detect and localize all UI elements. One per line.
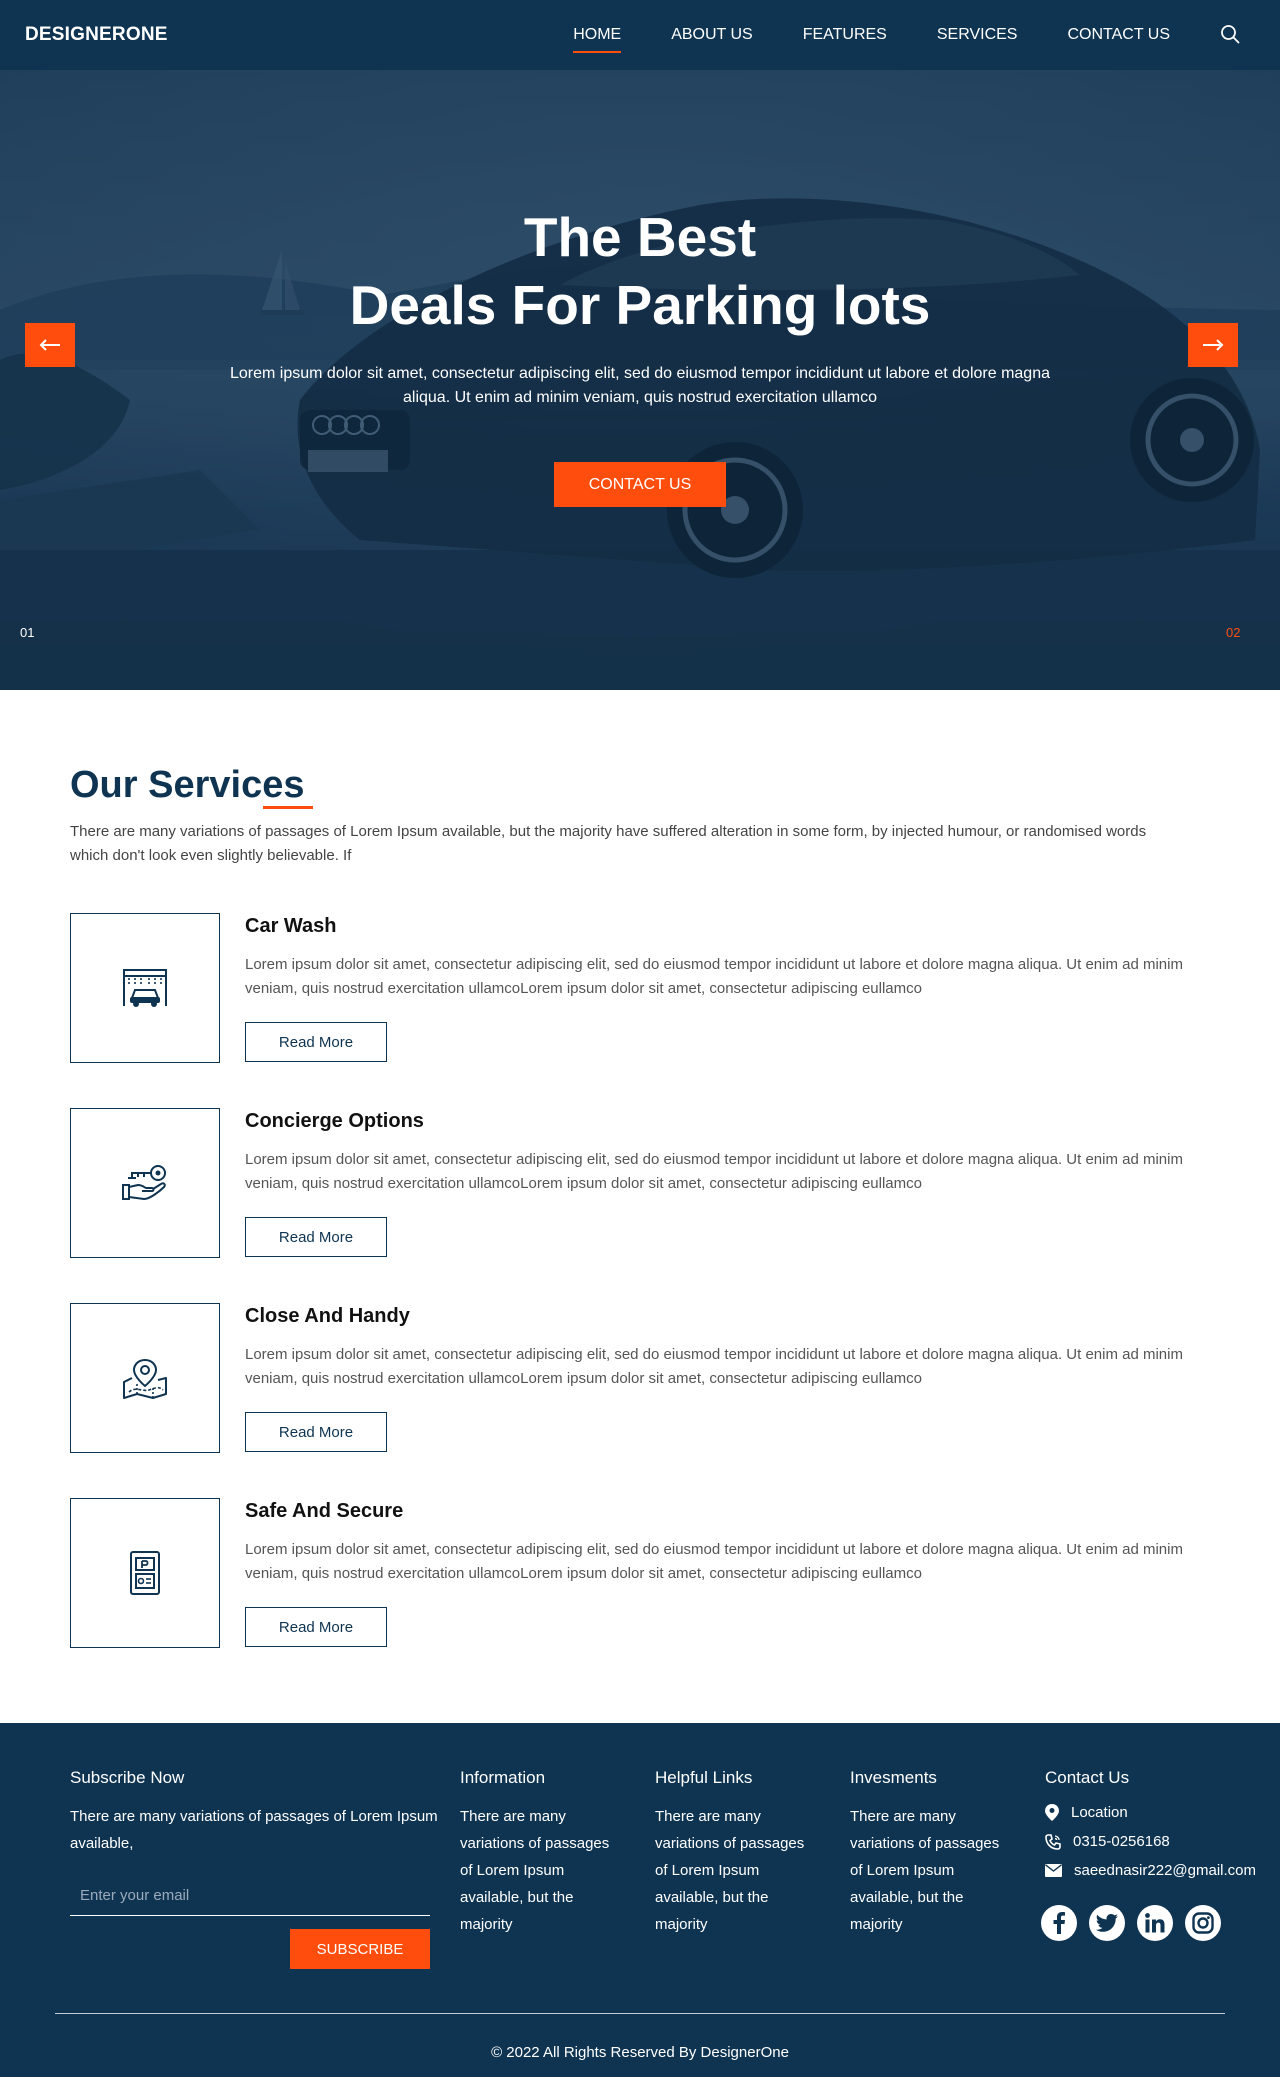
service-card-concierge-options: Concierge Options Lorem ipsum dolor sit … [70, 1108, 1190, 1260]
nav-links: HOME ABOUT US FEATURES SERVICES CONTACT … [573, 0, 1170, 70]
hero-title-line-1: The Best [523, 206, 757, 268]
nav-link-features[interactable]: FEATURES [803, 26, 887, 44]
footer: Subscribe Now There are many variations … [0, 1723, 1280, 2077]
footer-helpful-links-title: Helpful Links [655, 1768, 753, 1787]
footer-contact-title: Contact Us [1045, 1768, 1130, 1787]
contact-phone: 0315-0256168 [1045, 1833, 1170, 1850]
nav-link-services[interactable]: SERVICES [937, 26, 1018, 44]
service-icon-box [70, 1303, 220, 1453]
contact-email: saeednasir222@gmail.com [1045, 1862, 1256, 1879]
footer-invesments-text: There are many variations of passages of… [850, 1808, 1000, 1933]
service-icon-box [70, 1108, 220, 1258]
service-card-car-wash: Car Wash Lorem ipsum dolor sit amet, con… [70, 913, 1190, 1065]
phone-icon [1045, 1833, 1061, 1850]
nav-link-contact-us[interactable]: CONTACT US [1067, 26, 1170, 44]
facebook-link[interactable] [1041, 1905, 1077, 1941]
slider-next-button[interactable] [1188, 323, 1238, 367]
service-title: Close And Handy [245, 1305, 410, 1327]
service-description: Lorem ipsum dolor sit amet, consectetur … [245, 1541, 1183, 1582]
service-description: Lorem ipsum dolor sit amet, consectetur … [245, 1151, 1183, 1192]
footer-subscribe-text: There are many variations of passages of… [70, 1808, 438, 1852]
twitter-link[interactable] [1089, 1905, 1125, 1941]
service-icon-box [70, 1498, 220, 1648]
car-wash-icon [123, 969, 167, 1007]
hero-contact-button[interactable]: CONTACT US [554, 462, 726, 507]
linkedin-icon [1145, 1913, 1165, 1933]
facebook-icon [1053, 1912, 1065, 1934]
hero-slider: The Best Deals For Parking lots Lorem ip… [0, 70, 1280, 690]
service-card-safe-and-secure: Safe And Secure Lorem ipsum dolor sit am… [70, 1498, 1190, 1650]
navbar: DESIGNERONE HOME ABOUT US FEATURES SERVI… [0, 0, 1280, 70]
parking-ticket-machine-icon [130, 1551, 160, 1595]
service-description: Lorem ipsum dolor sit amet, consectetur … [245, 956, 1183, 997]
hero-title-line-2: Deals For Parking lots [349, 274, 931, 336]
subscribe-button[interactable]: SUBSCRIBE [290, 1929, 430, 1969]
slide-number-next[interactable]: 02 [1226, 625, 1240, 640]
location-pin-icon [1045, 1804, 1059, 1821]
services-intro: There are many variations of passages of… [70, 823, 1147, 864]
read-more-button[interactable]: Read More [245, 1607, 387, 1647]
arrow-right-icon [1203, 339, 1224, 351]
read-more-button[interactable]: Read More [245, 1022, 387, 1062]
instagram-link[interactable] [1185, 1905, 1221, 1941]
footer-helpful-links-text: There are many variations of passages of… [655, 1808, 805, 1933]
arrow-left-icon [39, 339, 60, 351]
contact-location: Location [1045, 1804, 1128, 1821]
contact-location-text: Location [1071, 1804, 1128, 1821]
nav-link-about-us[interactable]: ABOUT US [671, 26, 753, 44]
contact-phone-text[interactable]: 0315-0256168 [1073, 1833, 1170, 1850]
footer-divider [55, 2013, 1225, 2014]
footer-information-title: Information [460, 1768, 546, 1787]
nav-link-home[interactable]: HOME [573, 26, 622, 53]
service-description: Lorem ipsum dolor sit amet, consectetur … [245, 1346, 1183, 1387]
key-in-hand-icon [122, 1165, 166, 1200]
service-icon-box [70, 913, 220, 1063]
slide-number-current[interactable]: 01 [20, 625, 34, 640]
twitter-icon [1096, 1914, 1118, 1932]
map-pin-icon [123, 1358, 167, 1399]
services-title: Our Services [70, 764, 305, 806]
hero-description: Lorem ipsum dolor sit amet, consectetur … [230, 365, 1050, 406]
instagram-icon [1192, 1912, 1214, 1934]
footer-subscribe-title: Subscribe Now [70, 1768, 185, 1787]
footer-information-text: There are many variations of passages of… [460, 1808, 610, 1933]
contact-email-text[interactable]: saeednasir222@gmail.com [1074, 1862, 1256, 1879]
copyright-text: © 2022 All Rights Reserved By DesignerOn… [491, 2044, 789, 2061]
service-title: Safe And Secure [245, 1500, 404, 1522]
brand-logo[interactable]: DESIGNERONE [25, 24, 168, 46]
service-title: Car Wash [245, 915, 337, 937]
slider-prev-button[interactable] [25, 323, 75, 367]
services-title-underline [263, 806, 313, 809]
read-more-button[interactable]: Read More [245, 1412, 387, 1452]
email-input[interactable] [70, 1876, 430, 1916]
linkedin-link[interactable] [1137, 1905, 1173, 1941]
footer-invesments-title: Invesments [850, 1768, 937, 1787]
service-title: Concierge Options [245, 1110, 424, 1132]
hero-title: The Best Deals For Parking lots [0, 203, 1280, 339]
search-icon[interactable] [1220, 24, 1240, 44]
read-more-button[interactable]: Read More [245, 1217, 387, 1257]
service-card-close-and-handy: Close And Handy Lorem ipsum dolor sit am… [70, 1303, 1190, 1455]
envelope-icon [1045, 1864, 1062, 1877]
